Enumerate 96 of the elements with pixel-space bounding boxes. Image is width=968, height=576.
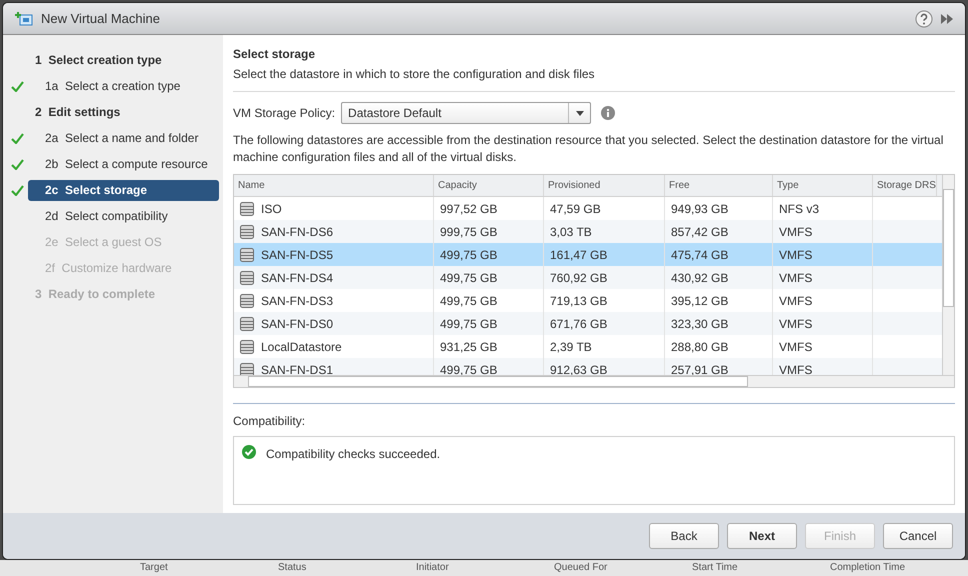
help-icon[interactable] bbox=[915, 10, 933, 28]
table-cell-text: 395,12 GB bbox=[671, 292, 728, 310]
table-cell-text: 257,91 GB bbox=[671, 362, 728, 375]
background-column-header: Start Time bbox=[692, 562, 739, 574]
background-column-header: Initiator bbox=[416, 562, 450, 574]
vertical-scrollbar[interactable] bbox=[942, 175, 954, 375]
table-cell-text: 912,63 GB bbox=[550, 362, 608, 375]
expand-icon[interactable] bbox=[941, 14, 953, 24]
table-cell-text: SAN-FN-DS5 bbox=[261, 246, 334, 264]
table-cell-text: VMFS bbox=[779, 316, 812, 332]
table-cell-text: 3,03 TB bbox=[550, 224, 592, 240]
table-cell-text: 499,75 GB bbox=[440, 316, 498, 332]
check-icon bbox=[11, 80, 24, 92]
table-cell-text: 161,47 GB bbox=[550, 246, 608, 264]
table-cell-text: 719,13 GB bbox=[550, 292, 608, 310]
table-cell-text: 499,75 GB bbox=[440, 246, 498, 264]
step-item[interactable]: 2c Select storage bbox=[28, 180, 219, 200]
caret-icon bbox=[576, 110, 584, 116]
table-cell-text: 47,59 GB bbox=[550, 200, 601, 218]
column-header[interactable]: Provisioned bbox=[544, 175, 665, 196]
step-item[interactable]: 2b Select a compute resource bbox=[28, 154, 219, 174]
background-column-header: Target bbox=[140, 562, 169, 574]
step-heading: 3 Ready to complete bbox=[35, 286, 156, 303]
table-cell-text: 671,76 GB bbox=[550, 316, 608, 332]
description-text: The following datastores are accessible from the destination resource that you selected. Select the destination datastore for the virtual machine configuration files and all of the virtual disks. bbox=[233, 132, 944, 166]
table-row[interactable]: SAN-FN-DS0 499,75 GB 671,76 GB 323,30 GB VMFS bbox=[234, 312, 942, 335]
datastore-icon bbox=[240, 316, 254, 330]
table-row[interactable]: SAN-FN-DS1 499,75 GB 912,63 GB 257,91 GB VMFS bbox=[234, 358, 942, 375]
table-cell-text: SAN-FN-DS0 bbox=[261, 316, 334, 332]
table-cell-text: SAN-FN-DS6 bbox=[261, 224, 334, 240]
table-cell-text: 288,80 GB bbox=[671, 338, 728, 356]
table-row[interactable]: SAN-FN-DS6 999,75 GB 3,03 TB 857,42 GB VMFS bbox=[234, 220, 942, 243]
step-item[interactable]: 2a Select a name and folder bbox=[28, 128, 219, 148]
table-cell-text: VMFS bbox=[779, 224, 812, 240]
table-cell-text: 499,75 GB bbox=[440, 270, 498, 286]
background-column-header: Status bbox=[278, 562, 308, 574]
success-icon bbox=[242, 445, 256, 459]
table-cell-text: LocalDatastore bbox=[261, 338, 342, 356]
table-cell-text: 2,39 TB bbox=[550, 338, 592, 356]
page-subtitle: Select the datastore in which to store the configuration and disk files bbox=[233, 66, 596, 83]
info-icon[interactable] bbox=[601, 106, 616, 120]
column-header[interactable]: Type bbox=[773, 175, 873, 196]
column-header[interactable]: Capacity bbox=[434, 175, 544, 196]
compatibility-label: Compatibility: bbox=[233, 413, 306, 430]
column-header[interactable]: Name bbox=[234, 175, 434, 196]
column-header[interactable]: Free bbox=[665, 175, 773, 196]
table-cell-text: 475,74 GB bbox=[671, 246, 728, 264]
policy-label: VM Storage Policy: bbox=[233, 105, 336, 122]
table-row[interactable]: SAN-FN-DS4 499,75 GB 760,92 GB 430,92 GB VMFS bbox=[234, 266, 942, 289]
table-cell-text: VMFS bbox=[779, 270, 812, 286]
page-title: Select storage bbox=[233, 46, 316, 63]
policy-dropdown[interactable]: Datastore Default bbox=[341, 102, 592, 124]
datastore-icon bbox=[240, 270, 254, 284]
step-heading: 1 Select creation type bbox=[35, 52, 162, 69]
dialog-button[interactable]: Back bbox=[649, 523, 719, 549]
column-header[interactable]: Storage DRS bbox=[873, 175, 937, 196]
background-column-header: Completion Time bbox=[830, 562, 906, 574]
datastore-icon bbox=[240, 362, 254, 375]
table-cell-text: 430,92 GB bbox=[671, 270, 728, 286]
table-cell-text: ISO bbox=[261, 200, 282, 218]
datastore-icon bbox=[240, 224, 254, 238]
table-cell-text: 931,25 GB bbox=[440, 338, 498, 356]
table-row[interactable]: SAN-FN-DS5 499,75 GB 161,47 GB 475,74 GB VMFS bbox=[234, 243, 942, 266]
table-cell-text: VMFS bbox=[779, 246, 812, 264]
horizontal-scrollbar[interactable] bbox=[234, 375, 954, 387]
background-column-header: Queued For bbox=[554, 562, 608, 574]
table-cell-text: 499,75 GB bbox=[440, 292, 498, 310]
datastore-icon bbox=[240, 248, 254, 262]
table-cell-text: 760,92 GB bbox=[550, 270, 608, 286]
table-cell-text: 499,75 GB bbox=[440, 362, 498, 375]
check-icon bbox=[11, 184, 24, 196]
table-cell-text: SAN-FN-DS3 bbox=[261, 292, 334, 310]
datastore-icon bbox=[240, 340, 254, 354]
table-cell-text: 999,75 GB bbox=[440, 224, 498, 240]
table-cell-text: 323,30 GB bbox=[671, 316, 728, 332]
compatibility-message: Compatibility checks succeeded. bbox=[266, 446, 440, 463]
table-cell-text: SAN-FN-DS1 bbox=[261, 362, 334, 375]
table-cell-text: 997,52 GB bbox=[440, 200, 498, 218]
check-icon bbox=[11, 158, 24, 170]
table-cell-text: VMFS bbox=[779, 292, 812, 310]
window-title: New Virtual Machine bbox=[41, 10, 160, 28]
step-heading: 2 Edit settings bbox=[35, 104, 120, 121]
step-item[interactable]: 2d Select compatibility bbox=[28, 206, 219, 226]
table-cell-text: SAN-FN-DS4 bbox=[261, 270, 334, 286]
table-cell-text: VMFS bbox=[779, 362, 812, 375]
check-icon bbox=[11, 132, 24, 144]
step-item[interactable]: 1a Select a creation type bbox=[28, 76, 219, 96]
datastore-icon bbox=[240, 294, 254, 308]
virtual-machine-icon bbox=[15, 10, 33, 26]
dialog-button[interactable]: Next bbox=[727, 523, 797, 549]
table-cell-text: NFS v3 bbox=[779, 200, 820, 218]
datastore-icon bbox=[240, 202, 254, 216]
dialog-button[interactable]: Cancel bbox=[883, 523, 953, 549]
table-cell-text: VMFS bbox=[779, 338, 812, 356]
table-cell-text: 857,42 GB bbox=[671, 224, 728, 240]
table-cell-text: 949,93 GB bbox=[671, 200, 728, 218]
